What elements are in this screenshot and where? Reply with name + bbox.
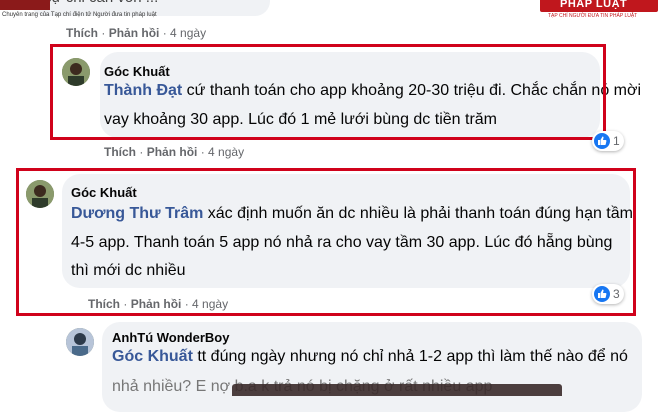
comment-text: Góc Khuất tt đúng ngày nhưng nó chỉ nhả …: [112, 342, 628, 371]
reaction-count-value: 1: [613, 134, 620, 148]
like-link[interactable]: Thích: [88, 297, 120, 311]
mention-link[interactable]: Góc Khuất: [112, 348, 193, 365]
comment-time[interactable]: 4 ngày: [208, 145, 244, 159]
highlight-frame: [50, 44, 606, 140]
site-logo-box: [0, 0, 50, 10]
brand-logo-subtitle: TẠP CHÍ NGƯỜI ĐƯA TIN PHÁP LUẬT: [548, 13, 638, 19]
prev-comment-text: cự chỉ cần vốn ...: [44, 0, 158, 12]
reply-link[interactable]: Phản hồi: [131, 297, 182, 311]
avatar[interactable]: [66, 328, 94, 356]
comment-actions: Thích · Phản hồi · 4 ngày: [104, 145, 245, 159]
reply-link[interactable]: Phản hồi: [147, 145, 198, 159]
like-link[interactable]: Thích: [104, 145, 136, 159]
brand-logo-text: PHÁP LUẬT: [560, 0, 628, 10]
reaction-count-value: 3: [613, 287, 620, 301]
site-caption: Chuyên trang của Tạp chí điện tử Người đ…: [2, 12, 157, 18]
reaction-count[interactable]: 3: [592, 284, 624, 304]
comment-actions: Thích · Phản hồi · 4 ngày: [88, 297, 229, 311]
like-reaction-icon: [594, 286, 610, 302]
bottom-overlay-strip: [232, 384, 562, 396]
reply-link[interactable]: Phản hồi: [109, 26, 160, 40]
comment-time[interactable]: 4 ngày: [170, 26, 206, 40]
highlight-frame: [16, 168, 636, 316]
like-reaction-icon: [594, 133, 610, 149]
comment-time[interactable]: 4 ngày: [192, 297, 228, 311]
comment-text-line: tt đúng ngày nhưng nó chỉ nhả 1-2 app th…: [192, 348, 628, 365]
like-link[interactable]: Thích: [66, 26, 98, 40]
comment-actions: Thích · Phản hồi · 4 ngày: [66, 26, 207, 40]
reaction-count[interactable]: 1: [592, 131, 624, 151]
brand-logo: PHÁP LUẬT: [540, 0, 658, 12]
avatar-image: [66, 328, 94, 356]
